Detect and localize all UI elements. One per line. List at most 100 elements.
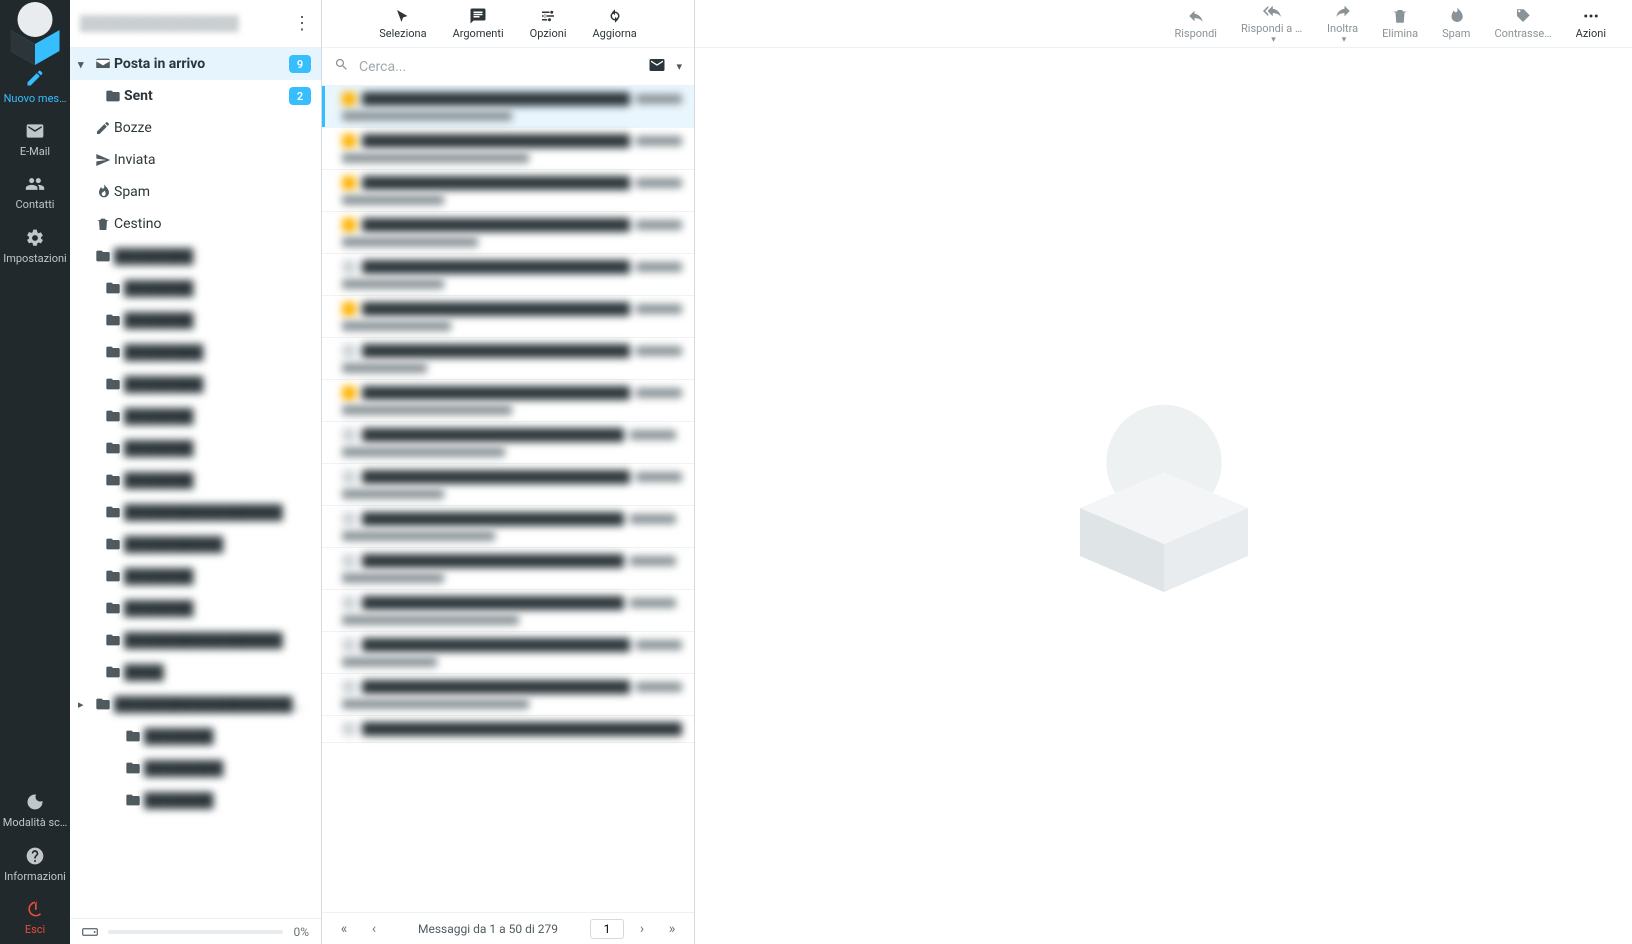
list-toolbar: Seleziona Argomenti Opzioni Aggiorna [322,0,694,48]
folder-label: Cestino [114,216,311,232]
folder-custom[interactable]: ████████ [70,336,321,368]
account-header: ████████████████ ⋮ [70,0,321,48]
search-dropdown[interactable]: ▾ [676,60,682,73]
folder-sent[interactable]: ▾ Inviata [70,144,321,176]
message-item[interactable] [322,128,694,170]
nav-settings[interactable]: Impostazioni [0,220,70,273]
select-button[interactable]: Seleziona [369,3,436,44]
nav-rail: Nuovo mes… E-Mail Contatti Impostazioni … [0,0,70,944]
actions-button[interactable]: Azioni [1566,3,1616,44]
nav-darkmode[interactable]: Modalità sc… [0,784,70,837]
nav-contacts[interactable]: Contatti [0,166,70,219]
account-name: ████████████████ [80,15,293,32]
folder-custom[interactable]: ███████ [70,720,321,752]
message-item[interactable] [322,338,694,380]
search-input[interactable] [359,59,638,75]
folder-custom[interactable]: ███████ [70,272,321,304]
unread-badge: 2 [289,87,311,105]
delete-button[interactable]: Elimina [1372,3,1428,44]
message-item[interactable] [322,506,694,548]
message-list [322,86,694,912]
folder-label: Spam [114,184,311,200]
folder-sent-sub[interactable]: Sent 2 [70,80,321,112]
mark-button[interactable]: Contrasse… [1484,3,1561,44]
message-item[interactable] [322,590,694,632]
plane-icon [92,152,114,168]
folder-custom[interactable]: ████████ [70,368,321,400]
page-prev[interactable]: ‹ [362,921,386,937]
folder-custom[interactable]: ███████ [70,592,321,624]
pencil-icon [92,120,114,136]
account-menu-button[interactable]: ⋮ [293,13,311,34]
folder-panel: ████████████████ ⋮ ▾ Posta in arrivo 9 S… [70,0,322,944]
nav-logout[interactable]: Esci [0,891,70,944]
search-icon [334,57,349,76]
folder-custom[interactable]: ▸████████████████████ [70,688,321,720]
trash-icon [92,216,114,232]
compose-button[interactable]: Nuovo mes… [0,60,70,113]
preview-panel: Rispondi Rispondi a t…▾ Inoltra▾ Elimina… [695,0,1632,944]
fire-icon [92,184,114,200]
folder-custom[interactable]: ███████ [70,560,321,592]
folder-spam[interactable]: ▾ Spam [70,176,321,208]
folder-custom[interactable]: ▾████████ [70,240,321,272]
junk-button[interactable]: Spam [1432,3,1480,44]
folder-label: Posta in arrivo [114,56,289,72]
folder-custom[interactable]: ██████████ [70,528,321,560]
inbox-icon [92,56,114,72]
folder-label: Sent [124,88,289,104]
message-item[interactable] [322,632,694,674]
folder-label: Bozze [114,120,311,136]
pager-text: Messaggi da 1 a 50 di 279 [392,922,584,936]
nav-mail[interactable]: E-Mail [0,113,70,166]
folder-custom[interactable]: ████ [70,656,321,688]
folder-custom[interactable]: ███████ [70,464,321,496]
folder-custom[interactable]: ███████ [70,400,321,432]
empty-preview [695,48,1632,944]
folder-custom[interactable]: ████████████████ [70,496,321,528]
page-next[interactable]: › [630,921,654,937]
message-item[interactable] [322,674,694,716]
app-logo [0,6,70,54]
page-first[interactable]: « [332,921,356,937]
threads-button[interactable]: Argomenti [443,3,514,44]
folder-inbox[interactable]: ▾ Posta in arrivo 9 [70,48,321,80]
message-item[interactable] [322,86,694,128]
message-item[interactable] [322,170,694,212]
folder-custom[interactable]: ████████████████ [70,624,321,656]
folder-drafts[interactable]: ▾ Bozze [70,112,321,144]
message-item[interactable] [322,296,694,338]
replyall-button[interactable]: Rispondi a t…▾ [1231,0,1313,49]
page-input[interactable] [590,919,624,939]
folder-trash[interactable]: ▾ Cestino [70,208,321,240]
message-list-panel: Seleziona Argomenti Opzioni Aggiorna ▾ [322,0,695,944]
refresh-button[interactable]: Aggiorna [583,3,647,44]
message-item[interactable] [322,380,694,422]
folder-custom[interactable]: ███████ [70,304,321,336]
message-toolbar: Rispondi Rispondi a t…▾ Inoltra▾ Elimina… [695,0,1632,48]
search-scope-icon[interactable] [648,56,666,78]
message-item[interactable] [322,548,694,590]
message-item[interactable] [322,254,694,296]
folder-custom[interactable]: ███████ [70,784,321,816]
message-item[interactable] [322,716,694,743]
forward-button[interactable]: Inoltra▾ [1317,0,1368,49]
folder-label: Inviata [114,152,311,168]
quota-bar: 0% [70,918,321,944]
message-item[interactable] [322,422,694,464]
chevron-down-icon[interactable]: ▾ [78,58,92,71]
folder-list: ▾ Posta in arrivo 9 Sent 2 ▾ Bozze ▾ Inv… [70,48,321,918]
message-item[interactable] [322,212,694,254]
quota-track [108,930,283,934]
options-button[interactable]: Opzioni [520,3,577,44]
empty-inbox-icon [1044,376,1284,616]
folder-custom[interactable]: ████████ [70,752,321,784]
nav-info[interactable]: Informazioni [0,838,70,891]
reply-button[interactable]: Rispondi [1164,3,1227,44]
page-last[interactable]: » [660,921,684,937]
folder-custom[interactable]: ███████ [70,432,321,464]
message-item[interactable] [322,464,694,506]
search-row: ▾ [322,48,694,86]
folder-icon [102,88,124,104]
unread-badge: 9 [289,55,311,73]
